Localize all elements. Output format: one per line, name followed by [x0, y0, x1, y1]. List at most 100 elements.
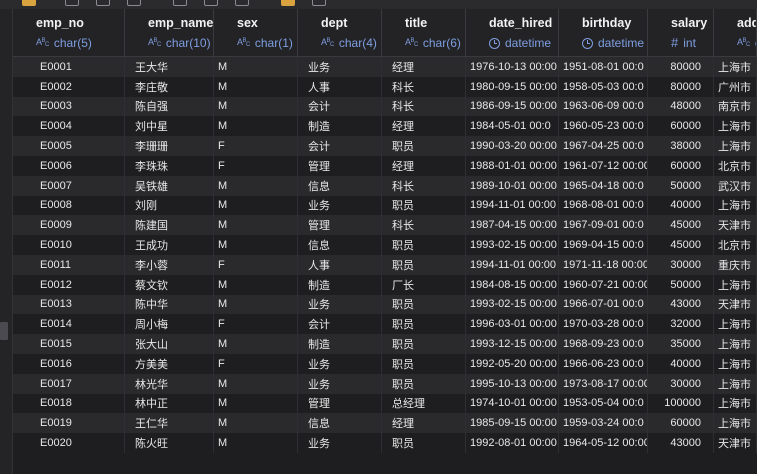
cell-emp-name[interactable]: 陈火旺: [125, 433, 214, 453]
cell-dept[interactable]: 信息: [298, 235, 382, 255]
cell-emp-name[interactable]: 李珊珊: [125, 136, 214, 156]
cell-emp-name[interactable]: 李小蓉: [125, 254, 214, 275]
cell-emp-name[interactable]: 王成功: [125, 235, 214, 255]
cell-salary[interactable]: 50000: [648, 274, 714, 295]
cell-date-hired[interactable]: 1992-05-20 00:00: [466, 353, 559, 374]
grid-view-icon[interactable]: [235, 0, 249, 6]
cell-dept[interactable]: 制造: [298, 274, 382, 295]
cell-emp-no[interactable]: E0015: [13, 334, 125, 354]
cell-emp-no[interactable]: E0006: [13, 155, 125, 176]
cell-addr[interactable]: 北京市: [714, 235, 757, 255]
cell-birthday[interactable]: 1959-03-24 00:0: [559, 413, 648, 434]
cell-birthday[interactable]: 1968-08-01 00:0: [559, 195, 648, 216]
cell-addr[interactable]: 上海市: [714, 195, 757, 216]
table-row[interactable]: E0006 李珠珠 F 管理 经理 1988-01-01 00:00 1961-07-12 …: [13, 155, 757, 176]
cell-title[interactable]: 职员: [382, 235, 466, 255]
cell-title[interactable]: 科长: [382, 96, 466, 117]
cell-birthday[interactable]: 1951-08-01 00:0: [559, 57, 648, 77]
cell-addr[interactable]: 上海市: [714, 393, 757, 414]
toolbar-button-icon[interactable]: [127, 0, 141, 6]
cell-title[interactable]: 科长: [382, 76, 466, 97]
cell-emp-name[interactable]: 林中正: [125, 393, 214, 414]
cell-title[interactable]: 科长: [382, 215, 466, 236]
cell-sex[interactable]: M: [214, 76, 298, 97]
cell-dept[interactable]: 制造: [298, 334, 382, 354]
cell-title[interactable]: 经理: [382, 116, 466, 137]
cell-title[interactable]: 职员: [382, 254, 466, 275]
cell-emp-no[interactable]: E0009: [13, 215, 125, 236]
table-row[interactable]: E0016 方美美 F 业务 职员 1992-05-20 00:00 1966-06-23 …: [13, 353, 757, 374]
cell-date-hired[interactable]: 1974-10-01 00:00: [466, 393, 559, 414]
table-row[interactable]: E0013 陈中华 M 业务 职员 1993-02-15 00:00 1966-07-01 …: [13, 294, 757, 315]
cell-dept[interactable]: 会计: [298, 96, 382, 117]
cell-title[interactable]: 职员: [382, 433, 466, 453]
table-row[interactable]: E0020 陈火旺 M 业务 职员 1992-08-01 00:00 1964-05-12 …: [13, 433, 757, 453]
cell-salary[interactable]: 30000: [648, 373, 714, 394]
cell-dept[interactable]: 业务: [298, 373, 382, 394]
column-header-addr[interactable]: addr ABCchar: [714, 9, 757, 57]
cell-date-hired[interactable]: 1990-03-20 00:00: [466, 136, 559, 156]
cell-birthday[interactable]: 1964-05-12 00:00: [559, 433, 648, 453]
cell-emp-name[interactable]: 周小梅: [125, 314, 214, 335]
cell-dept[interactable]: 业务: [298, 57, 382, 77]
cell-birthday[interactable]: 1966-06-23 00:0: [559, 353, 648, 374]
export-icon[interactable]: [281, 0, 295, 6]
cell-dept[interactable]: 管理: [298, 215, 382, 236]
cell-addr[interactable]: 天津市: [714, 215, 757, 236]
cell-emp-name[interactable]: 王仁华: [125, 413, 214, 434]
cell-emp-name[interactable]: 陈建国: [125, 215, 214, 236]
cell-birthday[interactable]: 1971-11-18 00:00: [559, 254, 648, 275]
cell-salary[interactable]: 32000: [648, 314, 714, 335]
cell-sex[interactable]: M: [214, 235, 298, 255]
cell-sex[interactable]: F: [214, 254, 298, 275]
cell-sex[interactable]: F: [214, 136, 298, 156]
app-icon[interactable]: [22, 0, 36, 6]
table-row[interactable]: E0003 陈自强 M 会计 科长 1986-09-15 00:00 1963-06-09 …: [13, 96, 757, 117]
column-header-emp-name[interactable]: emp_name ABC char(10): [125, 9, 214, 57]
cell-dept[interactable]: 会计: [298, 136, 382, 156]
cell-sex[interactable]: M: [214, 294, 298, 315]
cell-birthday[interactable]: 1960-05-23 00:0: [559, 116, 648, 137]
cell-birthday[interactable]: 1967-09-01 00:0: [559, 215, 648, 236]
cell-addr[interactable]: 天津市: [714, 433, 757, 453]
cell-dept[interactable]: 管理: [298, 155, 382, 176]
column-header-date-hired[interactable]: date_hired datetime: [466, 9, 559, 57]
cell-addr[interactable]: 北京市: [714, 155, 757, 176]
cell-date-hired[interactable]: 1986-09-15 00:00: [466, 96, 559, 117]
cell-dept[interactable]: 管理: [298, 393, 382, 414]
cell-addr[interactable]: 上海市: [714, 274, 757, 295]
cell-birthday[interactable]: 1963-06-09 00:0: [559, 96, 648, 117]
table-row[interactable]: E0018 林中正 M 管理 总经理 1974-10-01 00:00 1953-05-04…: [13, 393, 757, 414]
cell-emp-name[interactable]: 吴铁雄: [125, 175, 214, 196]
cell-date-hired[interactable]: 1980-09-15 00:00: [466, 76, 559, 97]
cell-sex[interactable]: M: [214, 413, 298, 434]
cell-salary[interactable]: 100000: [648, 393, 714, 414]
cell-sex[interactable]: M: [214, 373, 298, 394]
cell-dept[interactable]: 信息: [298, 413, 382, 434]
cell-birthday[interactable]: 1958-05-03 00:0: [559, 76, 648, 97]
cell-date-hired[interactable]: 1993-12-15 00:00: [466, 334, 559, 354]
cell-birthday[interactable]: 1961-07-12 00:00: [559, 155, 648, 176]
cell-sex[interactable]: F: [214, 314, 298, 335]
cell-emp-no[interactable]: E0020: [13, 433, 125, 453]
cell-salary[interactable]: 40000: [648, 195, 714, 216]
cell-title[interactable]: 职员: [382, 353, 466, 374]
cell-sex[interactable]: M: [214, 116, 298, 137]
cell-emp-name[interactable]: 李庄敬: [125, 76, 214, 97]
cell-sex[interactable]: M: [214, 274, 298, 295]
cell-sex[interactable]: M: [214, 334, 298, 354]
cell-salary[interactable]: 48000: [648, 96, 714, 117]
cell-title[interactable]: 职员: [382, 195, 466, 216]
cell-title[interactable]: 经理: [382, 155, 466, 176]
cell-addr[interactable]: 重庆市: [714, 254, 757, 275]
table-row[interactable]: E0010 王成功 M 信息 职员 1993-02-15 00:00 1969-04-15 …: [13, 235, 757, 255]
cell-emp-name[interactable]: 蔡文钦: [125, 274, 214, 295]
cell-dept[interactable]: 业务: [298, 433, 382, 453]
table-row[interactable]: E0011 李小蓉 F 人事 职员 1994-11-01 00:00 1971-11-18 …: [13, 254, 757, 275]
cell-addr[interactable]: 上海市: [714, 353, 757, 374]
table-row[interactable]: E0004 刘中星 M 制造 经理 1984-05-01 00:0 1960-05-23 0…: [13, 116, 757, 137]
cell-birthday[interactable]: 1969-04-15 00:0: [559, 235, 648, 255]
cell-date-hired[interactable]: 1988-01-01 00:00: [466, 155, 559, 176]
cell-emp-name[interactable]: 陈自强: [125, 96, 214, 117]
cell-addr[interactable]: 上海市: [714, 373, 757, 394]
